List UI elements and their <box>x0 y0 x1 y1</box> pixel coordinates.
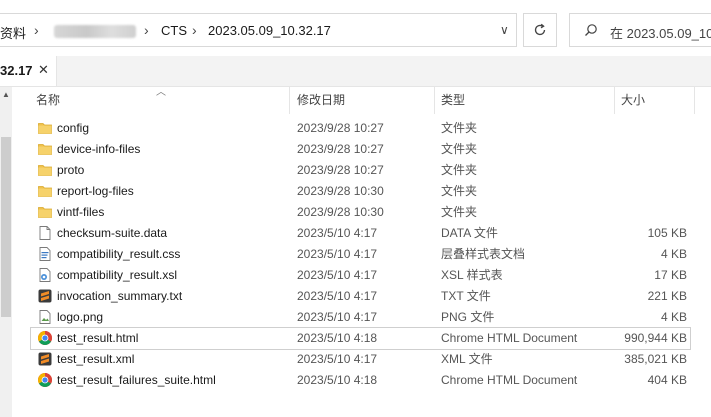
column-header-type[interactable]: 类型 <box>436 87 615 114</box>
chrome-icon <box>37 330 53 346</box>
file-type: 文件夹 <box>441 121 478 135</box>
file-modified-date: 2023/5/10 4:17 <box>297 247 378 261</box>
file-size: 4 KB <box>660 310 687 324</box>
file-type: PNG 文件 <box>441 310 495 324</box>
file-size: 404 KB <box>647 373 687 387</box>
folder-icon <box>37 183 53 199</box>
image-file-icon <box>37 309 53 325</box>
breadcrumb-redacted[interactable] <box>54 25 136 38</box>
file-row[interactable]: test_result.html 2023/5/10 4:18 Chrome HTM… <box>30 327 691 350</box>
file-name: invocation_summary.txt <box>57 289 183 303</box>
file-name: checksum-suite.data <box>57 226 168 240</box>
column-header-size[interactable]: 大小 <box>616 87 695 114</box>
file-modified-date: 2023/5/10 4:18 <box>297 373 378 387</box>
file-type: TXT 文件 <box>441 289 491 303</box>
file-modified-date: 2023/5/10 4:17 <box>297 226 378 240</box>
file-type: XML 文件 <box>441 352 493 366</box>
file-modified-date: 2023/5/10 4:17 <box>297 352 378 366</box>
file-size: 221 KB <box>647 289 687 303</box>
file-name: test_result_failures_suite.html <box>57 373 216 387</box>
file-name: test_result.html <box>57 331 139 345</box>
breadcrumb-prefix[interactable]: 资料 <box>0 23 26 42</box>
file-row[interactable]: config 2023/9/28 10:27 文件夹 <box>31 118 690 139</box>
file-row[interactable]: vintf-files 2023/9/28 10:30 文件夹 <box>31 202 690 223</box>
file-size: 385,021 KB <box>624 352 687 366</box>
sublime-icon <box>37 351 53 367</box>
address-dropdown-icon[interactable]: ∨ <box>500 23 509 37</box>
vertical-scrollbar[interactable]: ▲ <box>0 87 12 417</box>
file-name: device-info-files <box>57 142 141 156</box>
breadcrumb-current[interactable]: 2023.05.09_10.32.17 <box>208 23 331 38</box>
file-size: 17 KB <box>654 268 687 282</box>
file-modified-date: 2023/9/28 10:27 <box>297 163 384 177</box>
file-type: Chrome HTML Document <box>441 373 578 387</box>
file-type: 文件夹 <box>441 163 478 177</box>
breadcrumb-chevron-icon[interactable]: › <box>192 22 197 38</box>
tab-strip: 32.17 ✕ <box>0 56 711 87</box>
file-name: logo.png <box>57 310 104 324</box>
file-modified-date: 2023/9/28 10:27 <box>297 142 384 156</box>
xsl-file-icon <box>37 267 53 283</box>
address-bar-row: 资料 › › CTS › 2023.05.09_10.32.17 ∨ 在 202… <box>0 0 711 57</box>
sublime-icon <box>37 288 53 304</box>
refresh-icon <box>534 23 546 36</box>
column-header-name[interactable]: 名称 <box>31 87 290 114</box>
file-row[interactable]: invocation_summary.txt 2023/5/10 4:17 TXT … <box>31 286 690 307</box>
file-name: report-log-files <box>57 184 134 198</box>
breadcrumb-cts[interactable]: CTS <box>161 23 187 38</box>
file-type: DATA 文件 <box>441 226 498 240</box>
file-row[interactable]: checksum-suite.data 2023/5/10 4:17 DATA 文件… <box>31 223 690 244</box>
file-modified-date: 2023/9/28 10:30 <box>297 205 384 219</box>
column-header-date[interactable]: 修改日期 <box>292 87 435 114</box>
breadcrumb-chevron-icon[interactable]: › <box>34 22 39 38</box>
file-row[interactable]: device-info-files 2023/9/28 10:27 文件夹 <box>31 139 690 160</box>
chrome-icon <box>37 372 53 388</box>
close-icon[interactable]: ✕ <box>38 62 49 78</box>
file-name: vintf-files <box>57 205 105 219</box>
folder-icon <box>37 120 53 136</box>
breadcrumb-chevron-icon[interactable]: › <box>144 22 149 38</box>
search-placeholder: 在 2023.05.09_10. <box>610 26 711 41</box>
file-row[interactable]: compatibility_result.css 2023/5/10 4:17 层叠… <box>31 244 690 265</box>
file-size: 105 KB <box>647 226 687 240</box>
file-size: 990,944 KB <box>624 331 687 345</box>
address-bar[interactable]: 资料 › › CTS › 2023.05.09_10.32.17 ∨ <box>0 13 517 47</box>
file-type: 层叠样式表文档 <box>441 247 526 261</box>
file-row[interactable]: logo.png 2023/5/10 4:17 PNG 文件 4 KB <box>31 307 690 328</box>
folder-icon <box>37 162 53 178</box>
file-row[interactable]: proto 2023/9/28 10:27 文件夹 <box>31 160 690 181</box>
refresh-button[interactable] <box>523 13 557 47</box>
file-modified-date: 2023/5/10 4:17 <box>297 310 378 324</box>
search-input[interactable]: 在 2023.05.09_10. <box>569 13 711 47</box>
tab-current-folder[interactable]: 32.17 ✕ <box>0 56 57 86</box>
folder-icon <box>37 204 53 220</box>
folder-icon <box>37 141 53 157</box>
file-type: XSL 样式表 <box>441 268 503 282</box>
file-modified-date: 2023/5/10 4:17 <box>297 289 378 303</box>
css-file-icon <box>37 246 53 262</box>
scroll-up-arrow-icon[interactable]: ▲ <box>2 90 10 99</box>
file-modified-date: 2023/5/10 4:18 <box>297 331 378 345</box>
file-row[interactable]: test_result_failures_suite.html 2023/5/10… <box>31 370 690 391</box>
file-size: 4 KB <box>660 247 687 261</box>
file-row[interactable]: test_result.xml 2023/5/10 4:17 XML 文件 385,0… <box>31 349 690 370</box>
file-type: Chrome HTML Document <box>441 331 578 345</box>
file-name: test_result.xml <box>57 352 135 366</box>
file-modified-date: 2023/9/28 10:30 <box>297 184 384 198</box>
file-name: config <box>57 121 90 135</box>
file-name: compatibility_result.xsl <box>57 268 178 282</box>
file-icon <box>37 225 53 241</box>
file-row[interactable]: compatibility_result.xsl 2023/5/10 4:17 XS… <box>31 265 690 286</box>
file-name: compatibility_result.css <box>57 247 181 261</box>
scroll-thumb[interactable] <box>1 137 11 317</box>
file-type: 文件夹 <box>441 184 478 198</box>
search-icon <box>585 24 597 36</box>
file-name: proto <box>57 163 85 177</box>
tab-label: 32.17 <box>0 63 33 78</box>
file-modified-date: 2023/5/10 4:17 <box>297 268 378 282</box>
file-row[interactable]: report-log-files 2023/9/28 10:30 文件夹 <box>31 181 690 202</box>
file-type: 文件夹 <box>441 205 478 219</box>
file-modified-date: 2023/9/28 10:27 <box>297 121 384 135</box>
file-type: 文件夹 <box>441 142 478 156</box>
